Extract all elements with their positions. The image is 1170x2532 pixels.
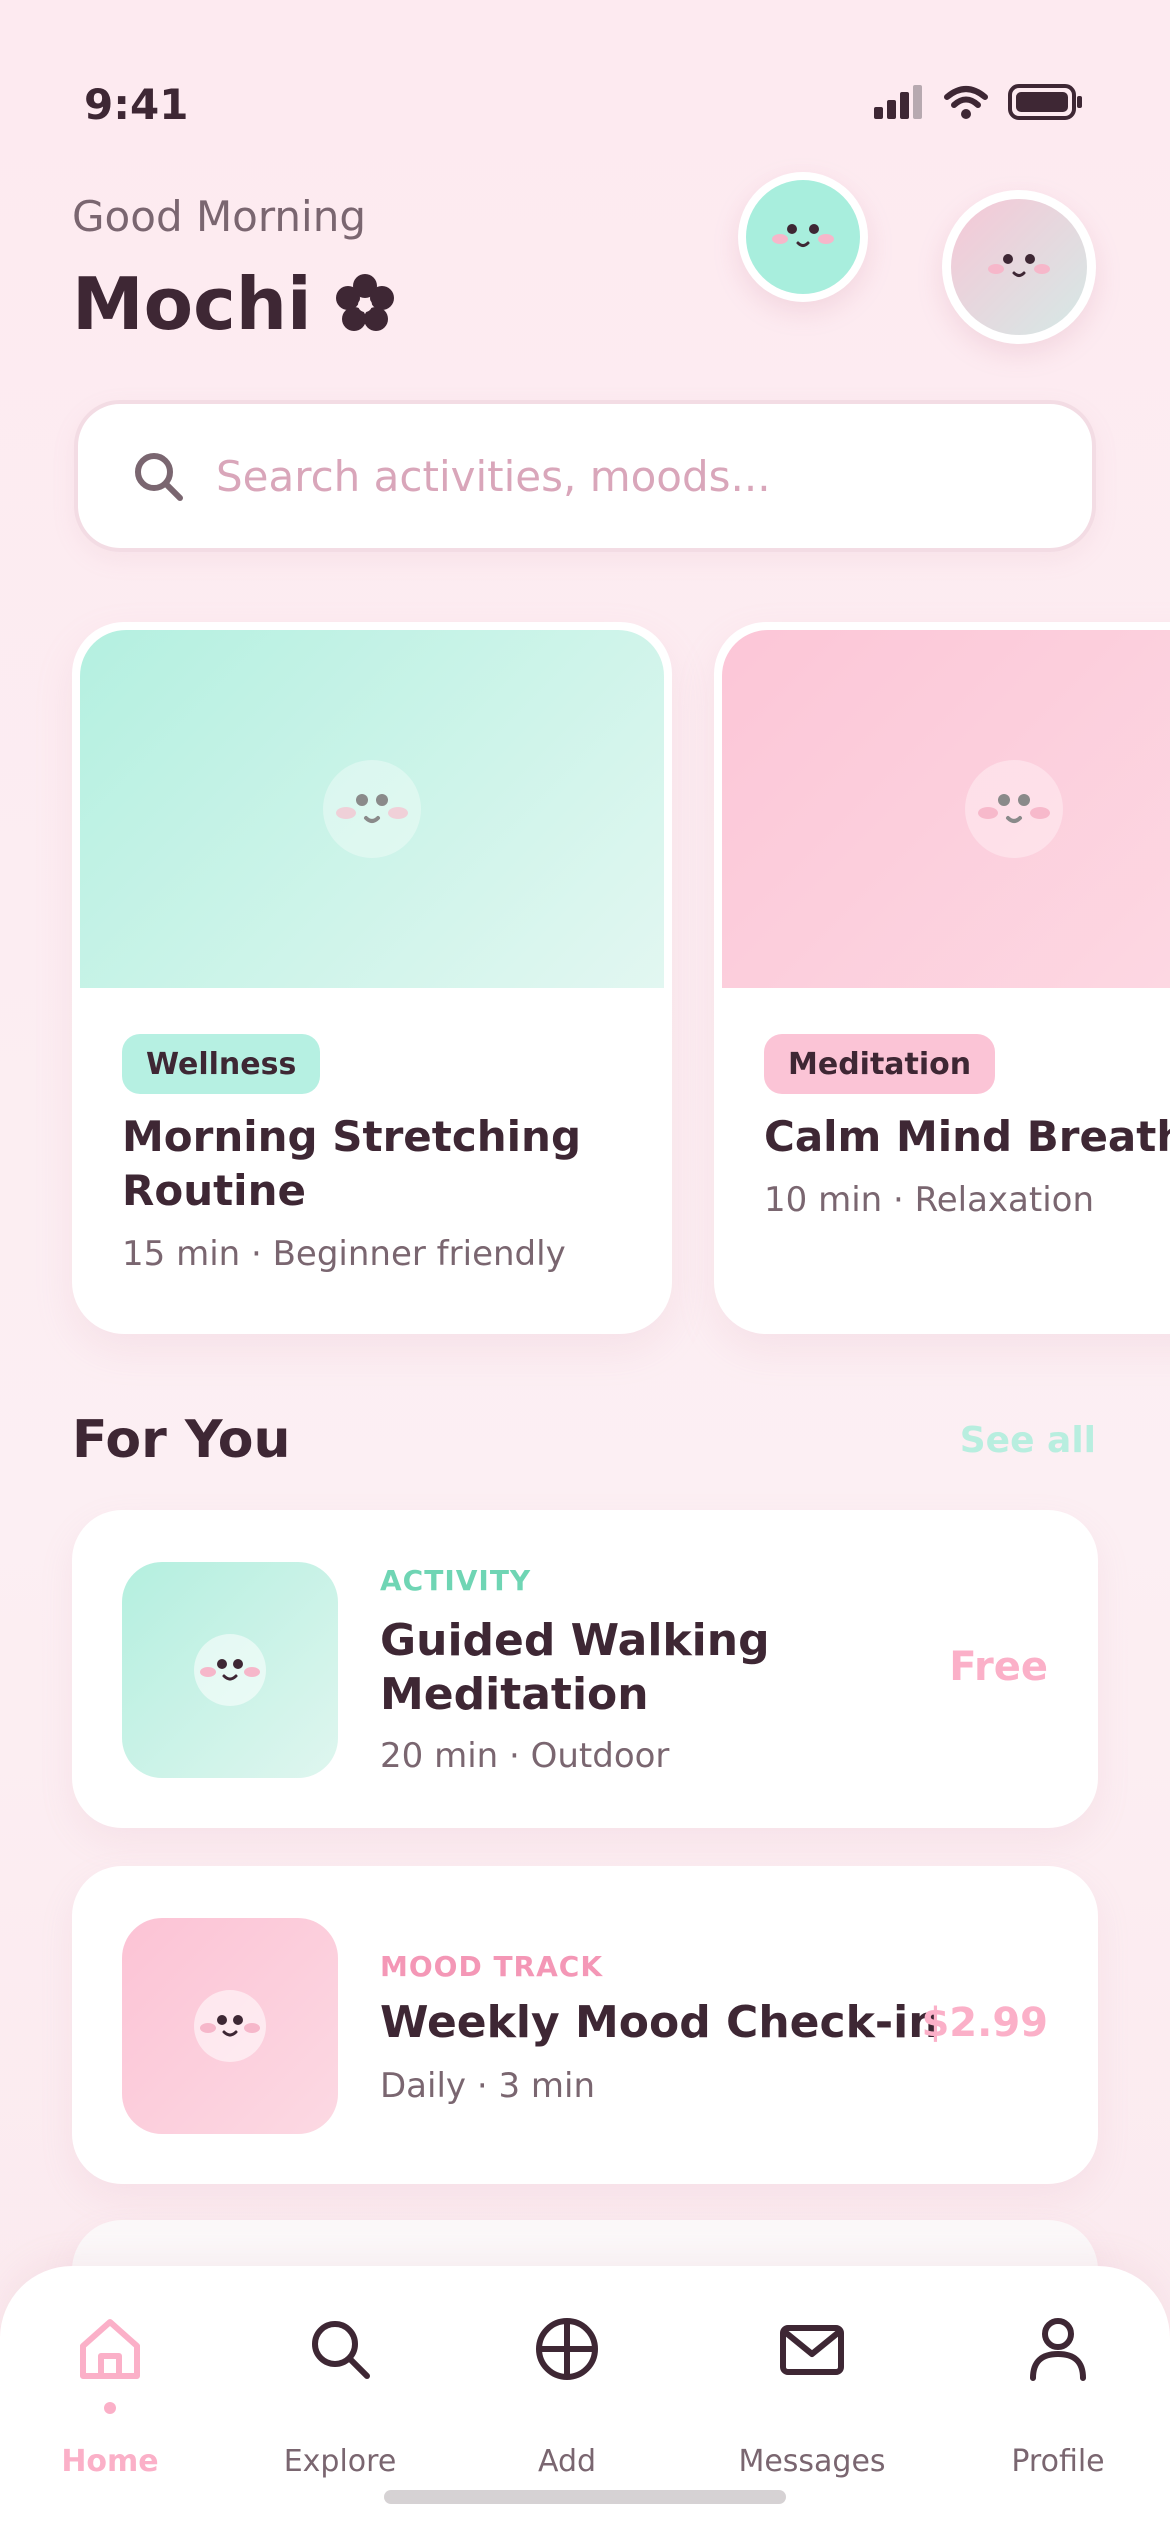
- tab-label: Add: [537, 2444, 597, 2479]
- tab-label: Home: [61, 2444, 159, 2479]
- item-thumbnail: [122, 1918, 338, 2134]
- tab-messages[interactable]: Messages: [712, 2314, 912, 2479]
- search-placeholder: Search activities, moods...: [216, 451, 771, 501]
- avatar-face-icon: [951, 199, 1087, 335]
- search-icon: [312, 2321, 370, 2379]
- featured-card-title: Calm Mind Breathin: [764, 1112, 1170, 1161]
- username-heading: Mochi: [72, 262, 396, 346]
- user-icon: [1030, 2318, 1086, 2381]
- tab-label: Messages: [738, 2444, 886, 2479]
- section-title: For You: [72, 1410, 291, 1470]
- home-icon: [80, 2319, 140, 2379]
- list-item[interactable]: MOOD TRACK Weekly Mood Check-in Daily · …: [72, 1866, 1098, 2184]
- featured-card-wellness[interactable]: Wellness Morning Stretching Routine 15 m…: [72, 622, 672, 1334]
- featured-card-title: Morning Stretching Routine: [122, 1112, 582, 1215]
- face-icon: [323, 760, 421, 858]
- face-icon: [965, 760, 1063, 858]
- tab-add[interactable]: Add: [467, 2314, 667, 2479]
- item-price: $2.99: [921, 2000, 1048, 2046]
- item-category: ACTIVITY: [380, 1564, 532, 1597]
- status-icons: [874, 84, 1084, 120]
- item-category: MOOD TRACK: [380, 1950, 604, 1983]
- mood-face-icon: [746, 180, 860, 294]
- add-icon: [536, 2318, 598, 2380]
- battery-icon: [1008, 84, 1082, 120]
- tab-label: Profile: [1011, 2444, 1105, 2479]
- see-all-link[interactable]: See all: [960, 1420, 1096, 1461]
- status-time: 9:41: [84, 80, 189, 129]
- category-tag: Meditation: [764, 1034, 996, 1094]
- home-indicator[interactable]: [384, 2490, 786, 2504]
- tab-profile[interactable]: Profile: [958, 2314, 1158, 2479]
- mail-icon: [780, 2325, 844, 2375]
- featured-card-meta: 15 min · Beginner friendly: [122, 1234, 566, 1274]
- search-input[interactable]: Search activities, moods...: [74, 400, 1096, 552]
- tab-explore[interactable]: Explore: [240, 2314, 440, 2479]
- face-icon: [194, 1634, 266, 1706]
- item-price: Free: [949, 1644, 1048, 1690]
- category-tag: Wellness: [122, 1034, 321, 1094]
- featured-card-image: [80, 630, 664, 988]
- home-screen: 9:41 Good Morning Mochi Search activitie…: [0, 0, 1170, 2532]
- profile-avatar-button[interactable]: [942, 190, 1096, 344]
- item-thumbnail: [122, 1562, 338, 1778]
- wifi-icon: [944, 86, 988, 119]
- tab-home[interactable]: Home: [10, 2314, 210, 2479]
- item-meta: 20 min · Outdoor: [380, 1736, 670, 1776]
- face-icon: [194, 1990, 266, 2062]
- active-indicator-dot: [104, 2402, 116, 2414]
- featured-card-image: [722, 630, 1170, 988]
- mood-avatar-button[interactable]: [738, 172, 868, 302]
- featured-card-meditation[interactable]: Meditation Calm Mind Breathin 10 min · R…: [714, 622, 1170, 1334]
- item-title: Weekly Mood Check-in: [380, 1997, 940, 2048]
- list-item[interactable]: ACTIVITY Guided Walking Meditation 20 mi…: [72, 1510, 1098, 1828]
- flower-icon: [335, 274, 394, 331]
- tab-label: Explore: [283, 2444, 397, 2479]
- greeting-text: Good Morning: [72, 192, 366, 241]
- cellular-signal-icon: [874, 85, 922, 119]
- search-icon: [135, 453, 183, 501]
- item-title: Guided Walking Meditation: [380, 1615, 770, 1720]
- item-meta: Daily · 3 min: [380, 2066, 596, 2106]
- username-text: Mochi: [72, 262, 312, 346]
- featured-card-meta: 10 min · Relaxation: [764, 1180, 1094, 1220]
